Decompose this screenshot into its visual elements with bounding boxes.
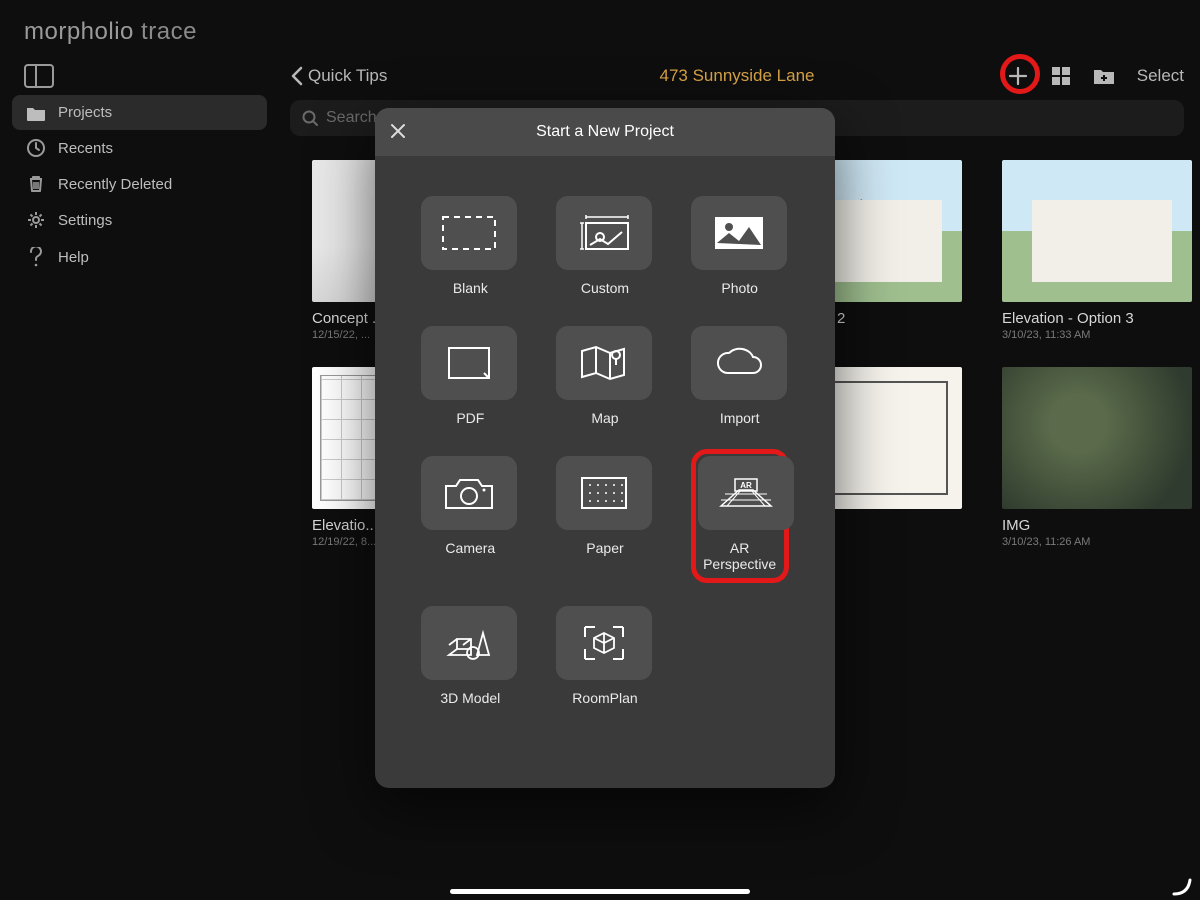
sidebar-item-recents[interactable]: Recents [12, 130, 267, 166]
option-label: Blank [421, 280, 519, 296]
back-button[interactable]: Quick Tips [290, 66, 387, 86]
photo-icon [711, 213, 767, 253]
home-indicator[interactable] [450, 889, 750, 894]
new-folder-button[interactable] [1093, 67, 1115, 85]
sidebar-item-settings[interactable]: Settings [12, 202, 267, 238]
sidebar-item-label: Recents [58, 140, 113, 157]
select-button[interactable]: Select [1137, 66, 1184, 86]
paper-dots-icon [576, 473, 632, 513]
logo-brand-b: trace [134, 18, 197, 45]
option-tile [421, 326, 517, 400]
option-roomplan[interactable]: RoomPlan [556, 606, 654, 706]
sidebar-item-label: Settings [58, 212, 112, 229]
chevron-left-icon [290, 66, 304, 86]
option-paper[interactable]: Paper [556, 456, 654, 576]
project-date: 3/10/23, 11:26 AM [1002, 536, 1192, 548]
grid-icon [1051, 66, 1071, 86]
option-tile [691, 326, 787, 400]
plus-icon [1007, 65, 1029, 87]
option-tile [556, 456, 652, 530]
camera-icon [442, 474, 496, 512]
option-map[interactable]: Map [556, 326, 654, 426]
pdf-icon [441, 343, 497, 383]
new-project-modal: Start a New Project Blank Custom [375, 108, 835, 788]
option-tile [421, 456, 517, 530]
option-blank[interactable]: Blank [421, 196, 519, 296]
topbar: Quick Tips 473 Sunnyside Lane Select [290, 58, 1184, 94]
sidebar-toggle-button[interactable] [24, 64, 54, 88]
option-label: RoomPlan [556, 690, 654, 706]
trash-icon [24, 175, 48, 193]
option-label: Paper [556, 540, 654, 556]
back-label: Quick Tips [308, 66, 387, 86]
logo-brand-a: morpholio [24, 18, 134, 45]
sidebar-item-label: Recently Deleted [58, 176, 172, 193]
close-button[interactable] [389, 122, 407, 140]
roomplan-icon [579, 621, 629, 665]
top-actions: Select [1007, 65, 1184, 87]
map-icon [578, 343, 630, 383]
folder-plus-icon [1093, 67, 1115, 85]
option-label: Custom [556, 280, 654, 296]
option-tile: AR [698, 456, 794, 530]
sidebar-item-recently-deleted[interactable]: Recently Deleted [12, 166, 267, 202]
project-thumbnail [1002, 367, 1192, 509]
option-tile [421, 196, 517, 270]
view-grid-button[interactable] [1051, 66, 1071, 86]
option-pdf[interactable]: PDF [421, 326, 519, 426]
option-tile [556, 196, 652, 270]
option-label: AR Perspective [698, 540, 782, 572]
option-label: Photo [691, 280, 789, 296]
page-curl-icon [1172, 876, 1192, 896]
sidebar-icon [24, 64, 54, 88]
option-photo[interactable]: Photo [691, 196, 789, 296]
sidebar-item-label: Projects [58, 104, 112, 121]
option-tile [691, 196, 787, 270]
ar-perspective-icon: AR [717, 472, 775, 514]
project-name: Elevation - Option 3 [1002, 310, 1192, 327]
search-icon [302, 110, 318, 126]
option-camera[interactable]: Camera [421, 456, 519, 576]
cloud-icon [713, 345, 765, 381]
add-project-button[interactable] [1007, 65, 1029, 87]
option-3d-model[interactable]: 3D Model [421, 606, 519, 706]
option-label: 3D Model [421, 690, 519, 706]
clock-icon [24, 139, 48, 157]
help-icon [24, 247, 48, 267]
svg-text:AR: AR [740, 481, 752, 490]
select-label: Select [1137, 66, 1184, 86]
option-import[interactable]: Import [691, 326, 789, 426]
gear-icon [24, 211, 48, 229]
option-label: PDF [421, 410, 519, 426]
project-options-grid: Blank Custom P [375, 156, 835, 726]
option-tile [556, 606, 652, 680]
folder-icon [24, 105, 48, 121]
project-card[interactable]: Elevation - Option 3 3/10/23, 11:33 AM [1002, 160, 1192, 341]
sidebar-item-help[interactable]: Help [12, 238, 267, 276]
option-ar-perspective[interactable]: AR AR Perspective [691, 449, 789, 583]
app-logo: morpholio trace [24, 18, 197, 46]
option-label: Camera [421, 540, 519, 556]
blank-canvas-icon [441, 215, 497, 251]
project-thumbnail [1002, 160, 1192, 302]
option-tile [421, 606, 517, 680]
page-title: 473 Sunnyside Lane [659, 66, 814, 86]
project-date: 3/10/23, 11:33 AM [1002, 329, 1192, 341]
custom-size-icon [576, 213, 632, 253]
option-label: Map [556, 410, 654, 426]
close-icon [389, 122, 407, 140]
project-card[interactable]: IMG 3/10/23, 11:26 AM [1002, 367, 1192, 548]
3d-shapes-icon [443, 623, 495, 663]
option-label: Import [691, 410, 789, 426]
modal-header: Start a New Project [375, 108, 835, 156]
sidebar: Projects Recents Recently Deleted Settin… [12, 95, 267, 276]
project-name: IMG [1002, 517, 1192, 534]
modal-title: Start a New Project [375, 123, 835, 141]
sidebar-item-label: Help [58, 249, 89, 266]
option-custom[interactable]: Custom [556, 196, 654, 296]
sidebar-item-projects[interactable]: Projects [12, 95, 267, 130]
option-tile [556, 326, 652, 400]
